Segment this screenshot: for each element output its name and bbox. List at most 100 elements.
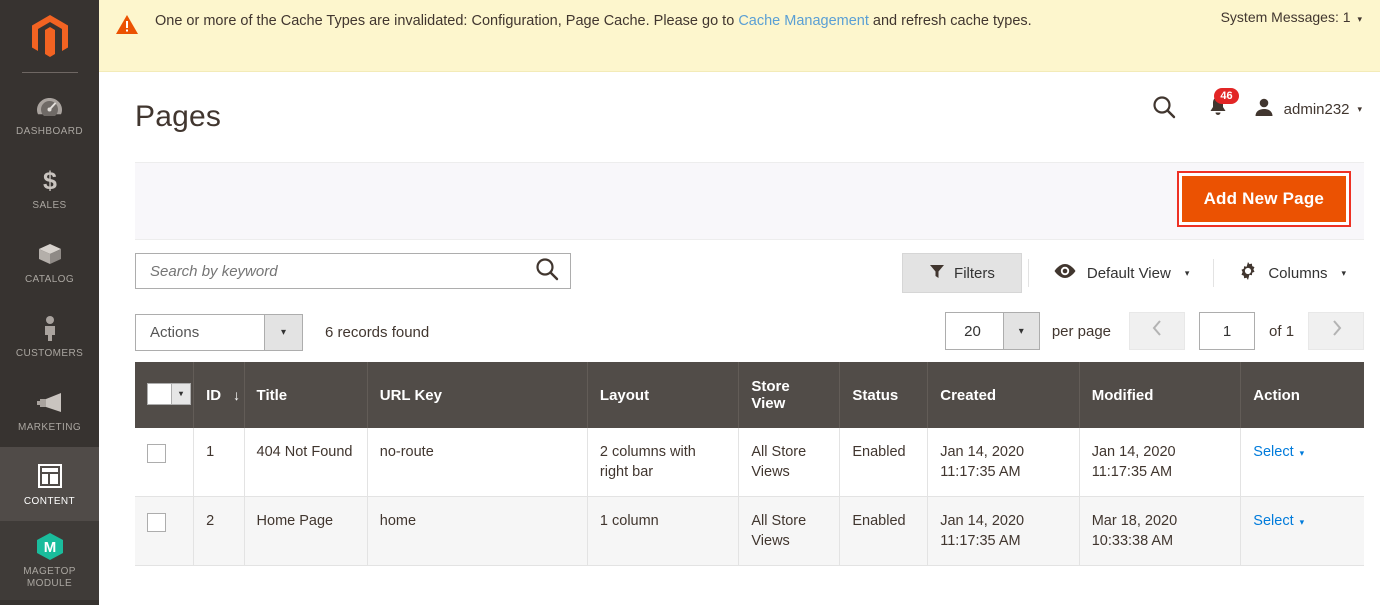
toolbar-divider xyxy=(1213,259,1215,287)
previous-page-button[interactable] xyxy=(1129,312,1186,350)
modified-date: Jan 14, 2020 xyxy=(1091,444,1176,460)
cell-title: 404 Not Found xyxy=(244,428,368,497)
column-header-title[interactable]: Title xyxy=(244,362,368,428)
user-menu[interactable]: admin232 ▾ xyxy=(1239,96,1362,123)
cell-action: Select ▾ xyxy=(1240,428,1365,497)
chevron-down-icon: ▾ xyxy=(1357,14,1363,24)
banner-message: One or more of the Cache Types are inval… xyxy=(155,10,1042,32)
bell-icon xyxy=(1207,97,1229,123)
cell-url-key: no-route xyxy=(367,428,588,497)
sidebar-item-label: CUSTOMERS xyxy=(15,347,84,359)
notifications-button[interactable]: 46 xyxy=(1191,88,1239,124)
cell-created: Jan 14, 2020 11:17:35 AM xyxy=(927,496,1080,566)
megaphone-icon xyxy=(36,389,64,415)
column-label: ID xyxy=(206,386,222,404)
eye-icon xyxy=(1053,263,1077,283)
svg-text:M: M xyxy=(43,539,56,556)
row-action-select[interactable]: Select ▾ xyxy=(1253,513,1304,529)
sidebar-item-label: MARKETING xyxy=(17,421,82,433)
row-checkbox[interactable] xyxy=(147,513,166,532)
table-row[interactable]: 2 Home Page home 1 column All Store View… xyxy=(135,496,1365,566)
column-header-store-view[interactable]: Store View xyxy=(738,362,841,428)
select-all-checkbox[interactable] xyxy=(148,383,171,404)
sidebar-item-content[interactable]: CONTENT xyxy=(0,447,99,521)
per-page-dropdown[interactable]: 20 ▾ xyxy=(945,312,1040,350)
notification-count-badge: 46 xyxy=(1214,88,1239,104)
pages-grid: ▾ ID ↓ Title URL Key Layout Store View St… xyxy=(135,362,1365,566)
sidebar-item-dashboard[interactable]: DASHBOARD xyxy=(0,77,99,151)
cell-modified: Mar 18, 2020 10:33:38 AM xyxy=(1079,496,1242,566)
filters-button[interactable]: Filters xyxy=(902,253,1022,293)
sidebar-item-label: DASHBOARD xyxy=(16,125,83,137)
toolbar-right-controls: Filters Default View ▾ Columns ▾ xyxy=(902,252,1364,294)
page-actions-bar: Add New Page xyxy=(135,162,1365,240)
cell-store-view: All Store Views xyxy=(738,496,841,566)
sidebar-item-label: CATALOG xyxy=(24,273,75,285)
column-header-status[interactable]: Status xyxy=(839,362,929,428)
column-header-id[interactable]: ID ↓ xyxy=(193,362,245,428)
next-page-button[interactable] xyxy=(1308,312,1365,350)
column-header-created[interactable]: Created xyxy=(927,362,1080,428)
cache-invalidated-banner: One or more of the Cache Types are inval… xyxy=(99,0,1380,72)
cell-layout: 2 columns with right bar xyxy=(587,428,740,497)
chevron-left-icon xyxy=(1152,319,1163,343)
box-icon xyxy=(37,241,63,267)
created-time: 11:17:35 AM xyxy=(940,533,1021,549)
chevron-down-icon[interactable]: ▾ xyxy=(171,383,190,404)
sidebar-item-sales[interactable]: $ SALES xyxy=(0,151,99,225)
default-view-selector[interactable]: Default View ▾ xyxy=(1035,254,1207,292)
sidebar-item-customers[interactable]: CUSTOMERS xyxy=(0,299,99,373)
cache-management-link[interactable]: Cache Management xyxy=(738,13,869,29)
actions-dropdown[interactable]: Actions ▾ xyxy=(135,313,303,351)
column-header-layout[interactable]: Layout xyxy=(587,362,740,428)
column-header-action: Action xyxy=(1240,362,1365,428)
column-header-url-key[interactable]: URL Key xyxy=(367,362,588,428)
keyword-search-box[interactable] xyxy=(135,253,571,289)
chevron-down-icon[interactable]: ▾ xyxy=(1002,313,1039,349)
magento-logo[interactable] xyxy=(0,0,99,72)
system-messages-toggle[interactable]: System Messages: 1 ▾ xyxy=(1221,9,1362,25)
row-select-cell xyxy=(135,428,195,497)
banner-text-after: and refresh cache types. xyxy=(868,13,1032,29)
select-all-header: ▾ xyxy=(135,362,195,428)
filters-label: Filters xyxy=(954,264,995,282)
user-avatar-icon xyxy=(1253,96,1275,123)
chevron-down-icon[interactable]: ▾ xyxy=(264,314,302,350)
svg-text:$: $ xyxy=(43,167,57,193)
records-found-label: 6 records found xyxy=(325,323,430,341)
add-new-page-button[interactable]: Add New Page xyxy=(1181,176,1347,222)
pagination-controls: 20 ▾ per page 1 of 1 xyxy=(945,312,1365,350)
table-row[interactable]: 1 404 Not Found no-route 2 columns with … xyxy=(135,428,1365,497)
cell-id: 2 xyxy=(193,496,245,566)
row-action-select[interactable]: Select ▾ xyxy=(1253,444,1304,460)
search-icon[interactable] xyxy=(534,256,560,287)
search-icon xyxy=(1151,94,1177,125)
magento-logo-icon xyxy=(31,14,68,57)
banner-text-before: One or more of the Cache Types are inval… xyxy=(155,13,739,29)
column-header-modified[interactable]: Modified xyxy=(1079,362,1242,428)
layout-panel-icon xyxy=(37,463,63,489)
chevron-down-icon: ▾ xyxy=(1299,448,1305,458)
sidebar-item-magetop-module[interactable]: M MAGETOP MODULE xyxy=(0,521,99,600)
total-pages-label: of 1 xyxy=(1269,322,1295,340)
person-icon xyxy=(41,315,59,341)
add-new-page-highlight: Add New Page xyxy=(1176,171,1352,227)
funnel-icon xyxy=(929,263,945,283)
sidebar-item-label: CONTENT xyxy=(23,495,76,507)
sidebar-item-catalog[interactable]: CATALOG xyxy=(0,225,99,299)
created-time: 11:17:35 AM xyxy=(940,464,1021,480)
warning-triangle-icon xyxy=(99,10,155,36)
grid-toolbar: Filters Default View ▾ xyxy=(135,240,1364,302)
sidebar-item-marketing[interactable]: MARKETING xyxy=(0,373,99,447)
dashboard-gauge-icon xyxy=(36,93,63,119)
search-input[interactable] xyxy=(148,261,534,281)
row-checkbox[interactable] xyxy=(147,444,166,463)
columns-selector[interactable]: Columns ▾ xyxy=(1220,252,1364,294)
row-action-label: Select xyxy=(1253,444,1294,460)
current-page-input[interactable]: 1 xyxy=(1199,312,1256,350)
per-page-label: per page xyxy=(1051,322,1112,340)
global-search-button[interactable] xyxy=(1137,94,1191,125)
main-content: One or more of the Cache Types are inval… xyxy=(99,0,1380,605)
select-all-dropdown[interactable]: ▾ xyxy=(147,382,191,405)
sidebar-item-label: SALES xyxy=(32,199,67,211)
